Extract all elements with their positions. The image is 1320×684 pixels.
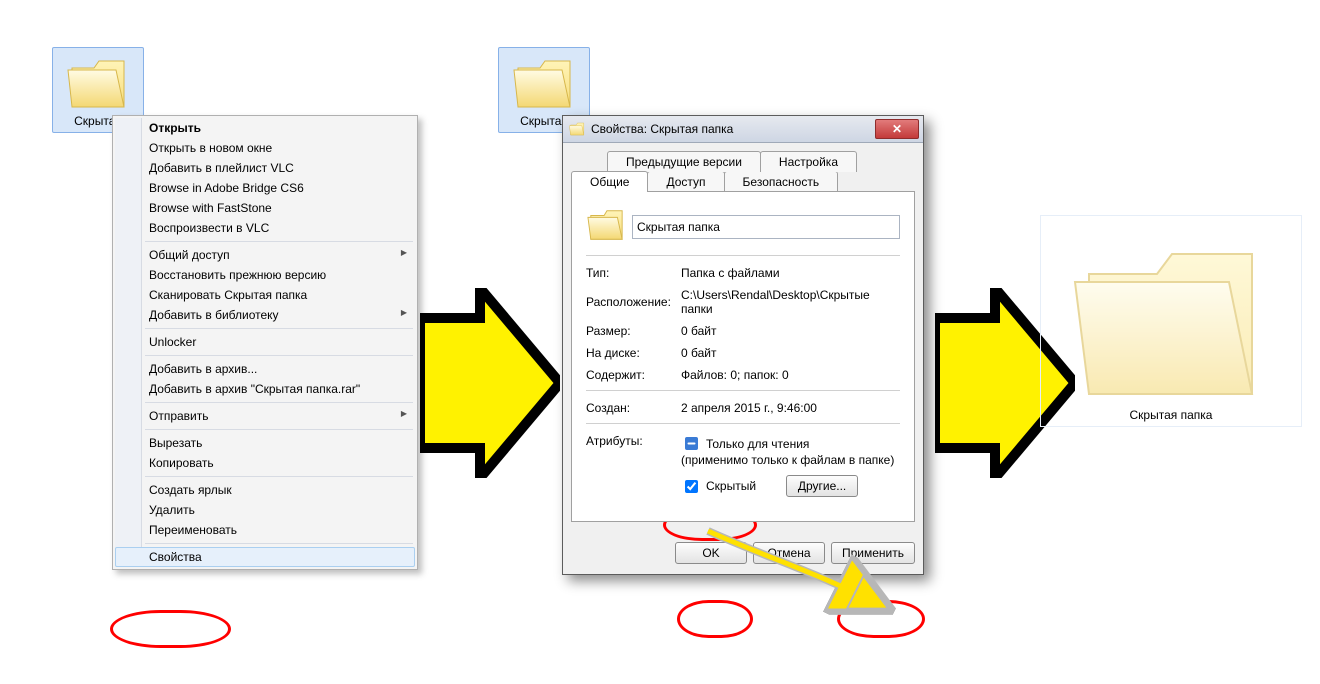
ctx-delete[interactable]: Удалить — [115, 500, 415, 520]
ctx-vlc-play[interactable]: Воспроизвести в VLC — [115, 218, 415, 238]
ctx-faststone[interactable]: Browse with FastStone — [115, 198, 415, 218]
ctx-archive-add[interactable]: Добавить в архив... — [115, 359, 415, 379]
ctx-cut[interactable]: Вырезать — [115, 433, 415, 453]
cancel-button[interactable]: Отмена — [753, 542, 825, 564]
tab-customize[interactable]: Настройка — [760, 151, 857, 172]
ctx-rename[interactable]: Переименовать — [115, 520, 415, 540]
checkbox-readonly-input[interactable] — [685, 437, 698, 450]
ctx-copy[interactable]: Копировать — [115, 453, 415, 473]
label-contains: Содержит: — [586, 368, 681, 382]
checkbox-hidden-label: Скрытый — [706, 479, 756, 493]
close-button[interactable]: ✕ — [875, 119, 919, 139]
label-size-on-disk: На диске: — [586, 346, 681, 360]
label-location: Расположение: — [586, 295, 681, 309]
ctx-restore-prev[interactable]: Восстановить прежнюю версию — [115, 265, 415, 285]
value-size: 0 байт — [681, 324, 900, 338]
folder-icon — [512, 52, 576, 112]
tab-sharing[interactable]: Доступ — [647, 171, 724, 192]
properties-dialog: Свойства: Скрытая папка ✕ Предыдущие вер… — [562, 115, 924, 575]
label-attributes: Атрибуты: — [586, 434, 681, 448]
highlight-ring-apply — [837, 600, 925, 638]
ctx-share[interactable]: Общий доступ — [115, 245, 415, 265]
folder-icon — [1071, 226, 1271, 406]
value-type: Папка с файлами — [681, 266, 900, 280]
ctx-send-to[interactable]: Отправить — [115, 406, 415, 426]
folder-label: Скрытая папка — [1051, 408, 1291, 422]
folder-icon — [569, 121, 585, 137]
folder-icon — [586, 206, 632, 247]
checkbox-readonly[interactable]: Только для чтения — [681, 434, 809, 453]
tab-page-general: Тип:Папка с файлами Расположение:C:\User… — [571, 191, 915, 522]
context-menu: Открыть Открыть в новом окне Добавить в … — [112, 115, 418, 570]
folder-icon — [66, 52, 130, 112]
label-size: Размер: — [586, 324, 681, 338]
checkbox-hidden[interactable]: Скрытый — [681, 477, 756, 496]
label-created: Создан: — [586, 401, 681, 415]
other-button[interactable]: Другие... — [786, 475, 858, 497]
ctx-open-new-window[interactable]: Открыть в новом окне — [115, 138, 415, 158]
ctx-properties[interactable]: Свойства — [115, 547, 415, 567]
checkbox-hidden-input[interactable] — [685, 480, 698, 493]
ctx-adobe-bridge[interactable]: Browse in Adobe Bridge CS6 — [115, 178, 415, 198]
apply-button[interactable]: Применить — [831, 542, 915, 564]
dialog-title-text: Свойства: Скрытая папка — [591, 122, 733, 136]
desktop-folder-right[interactable]: Скрытая папка — [1040, 215, 1302, 427]
ctx-scan[interactable]: Сканировать Скрытая папка — [115, 285, 415, 305]
ctx-open[interactable]: Открыть — [115, 118, 415, 138]
folder-name-input[interactable] — [632, 215, 900, 239]
dialog-titlebar[interactable]: Свойства: Скрытая папка ✕ — [563, 116, 923, 143]
value-contains: Файлов: 0; папок: 0 — [681, 368, 900, 382]
value-location: C:\Users\Rendal\Desktop\Скрытые папки — [681, 288, 900, 316]
ctx-vlc-playlist[interactable]: Добавить в плейлист VLC — [115, 158, 415, 178]
dialog-buttons: OK Отмена Применить — [563, 532, 923, 574]
ctx-library-add[interactable]: Добавить в библиотеку — [115, 305, 415, 325]
highlight-ring-properties — [110, 610, 231, 648]
ctx-archive-add-rar[interactable]: Добавить в архив "Скрытая папка.rar" — [115, 379, 415, 399]
value-size-on-disk: 0 байт — [681, 346, 900, 360]
close-icon: ✕ — [892, 122, 902, 136]
ok-button[interactable]: OK — [675, 542, 747, 564]
checkbox-readonly-label: Только для чтения — [706, 437, 809, 451]
readonly-note: (применимо только к файлам в папке) — [681, 453, 894, 467]
value-created: 2 апреля 2015 г., 9:46:00 — [681, 401, 900, 415]
ctx-shortcut[interactable]: Создать ярлык — [115, 480, 415, 500]
label-type: Тип: — [586, 266, 681, 280]
highlight-ring-ok — [677, 600, 753, 638]
tab-general[interactable]: Общие — [571, 171, 648, 192]
ctx-unlocker[interactable]: Unlocker — [115, 332, 415, 352]
tab-security[interactable]: Безопасность — [724, 171, 839, 192]
step-arrow-1 — [420, 288, 560, 478]
tab-previous-versions[interactable]: Предыдущие версии — [607, 151, 761, 172]
